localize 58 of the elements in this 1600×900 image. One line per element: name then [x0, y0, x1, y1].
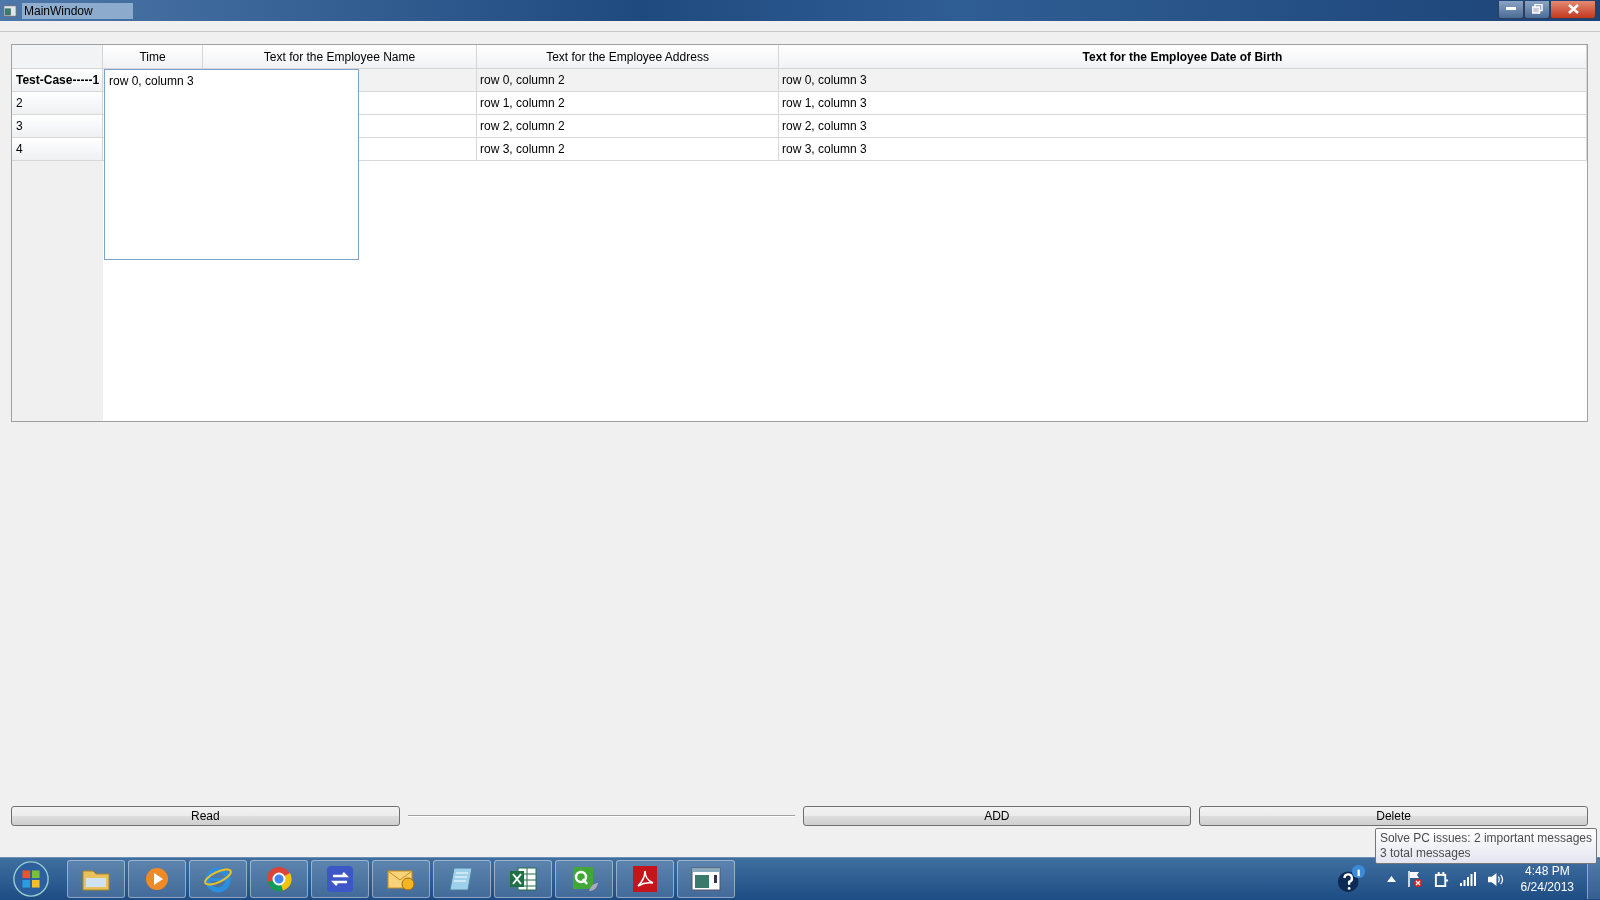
taskbar-button[interactable] [250, 860, 308, 898]
table-cell: row 1, column 2 [477, 92, 779, 115]
help-info-icon[interactable] [1335, 864, 1366, 894]
taskbar-button[interactable] [372, 860, 430, 898]
play-icon [144, 866, 170, 892]
start-orb-icon[interactable] [12, 860, 50, 898]
clock-date[interactable]: 6/24/2013 [1520, 879, 1574, 895]
column-header[interactable]: Text for the Employee Name [203, 45, 477, 68]
show-hidden-icon[interactable] [1386, 876, 1396, 882]
push-button[interactable]: ADD [802, 806, 1192, 826]
cell-editor[interactable]: row 0, column 3 [104, 69, 359, 260]
browser-icon [265, 865, 293, 893]
table-cell: row 3, column 2 [477, 138, 779, 161]
table-cell: row 2, column 2 [477, 115, 779, 138]
push-button[interactable]: Delete [1199, 806, 1588, 826]
window-icon [3, 3, 17, 18]
tooltip-text: Solve PC issues: 2 important messages [1379, 831, 1592, 846]
push-button[interactable]: Read [11, 806, 400, 826]
clock-time[interactable]: 4:48 PM [1524, 863, 1570, 879]
taskbar-button[interactable] [311, 860, 369, 898]
table-cell: row 1, column 3 [779, 92, 1587, 115]
show-desktop-button[interactable] [1587, 859, 1600, 899]
arrows-icon [326, 865, 354, 893]
taskbar-button[interactable] [433, 860, 491, 898]
taskbar-button[interactable] [67, 860, 125, 898]
tooltip-text: 3 total messages [1379, 846, 1471, 861]
taskbar-button[interactable] [555, 860, 613, 898]
column-header[interactable]: Text for the Employee Date of Birth [779, 45, 1587, 68]
window-title: MainWindow [22, 2, 133, 19]
flag-error-icon[interactable] [1406, 870, 1423, 888]
close-button[interactable] [1550, 0, 1596, 19]
minimize-icon [1506, 7, 1516, 11]
table-cell: row 2, column 3 [779, 115, 1587, 138]
window-icon [691, 866, 721, 892]
browser-icon [203, 865, 233, 893]
close-icon [1567, 4, 1579, 14]
document-icon [631, 865, 659, 893]
signal-bars-icon[interactable] [1459, 872, 1476, 886]
taskbar-button[interactable] [494, 860, 552, 898]
power-plug-icon[interactable] [1433, 870, 1449, 888]
spreadsheet-icon [508, 865, 538, 893]
volume-icon[interactable] [1486, 871, 1504, 887]
row-header[interactable]: 3 [12, 115, 103, 138]
restore-icon [1531, 4, 1543, 14]
column-header[interactable]: Text for the Employee Address [477, 45, 779, 68]
table-cell: row 3, column 3 [779, 138, 1587, 161]
row-header[interactable]: Test-Case-----1 [12, 69, 103, 92]
taskbar-button[interactable] [616, 860, 674, 898]
taskbar-button[interactable] [677, 860, 735, 898]
minimize-button[interactable] [1498, 0, 1524, 19]
column-header[interactable]: Time [103, 45, 203, 68]
taskbar-button[interactable] [128, 860, 186, 898]
table-cell: row 0, column 2 [477, 69, 779, 92]
maximize-button[interactable] [1524, 0, 1550, 19]
row-header[interactable]: 4 [12, 138, 103, 161]
row-header[interactable]: 2 [12, 92, 103, 115]
taskbar-button[interactable] [189, 860, 247, 898]
table-cell: row 0, column 3 [779, 69, 1587, 92]
